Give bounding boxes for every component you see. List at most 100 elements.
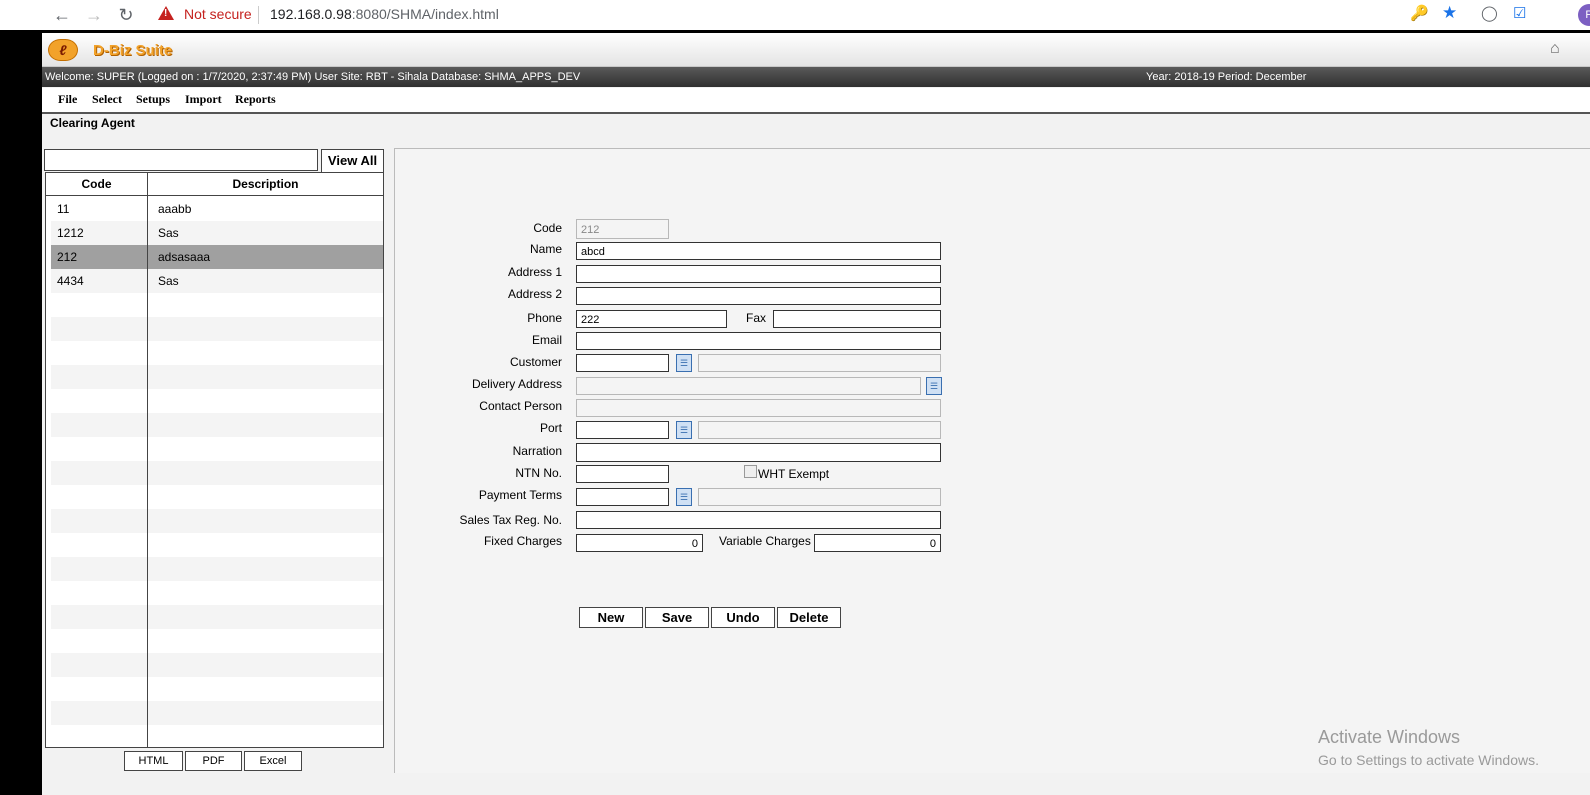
menu-file[interactable]: File	[58, 92, 77, 107]
menu-reports[interactable]: Reports	[235, 92, 276, 107]
address2-field[interactable]	[576, 287, 941, 305]
address-bar[interactable]: 192.168.0.98:8080/SHMA/index.html	[270, 6, 499, 22]
save-button[interactable]: Save	[645, 607, 709, 628]
home-icon[interactable]: ⌂	[1550, 40, 1560, 58]
export-pdf-button[interactable]: PDF	[185, 751, 242, 771]
port-name-field	[698, 421, 941, 439]
payment-terms-lookup-icon[interactable]: ☰	[676, 488, 692, 506]
star-icon[interactable]: ★	[1442, 3, 1457, 23]
row-description: adsasaaa	[158, 250, 211, 264]
url-separator	[258, 6, 259, 24]
name-label: Name	[529, 242, 562, 256]
page-title: Clearing Agent	[50, 116, 135, 130]
header-description[interactable]: Description	[148, 173, 383, 195]
export-excel-button[interactable]: Excel	[244, 751, 302, 771]
customer-code-field[interactable]	[576, 354, 669, 372]
delivery-address-field	[576, 377, 921, 395]
empty-row	[51, 653, 383, 677]
export-html-button[interactable]: HTML	[124, 751, 183, 771]
url-host: 192.168.0.98	[270, 6, 352, 22]
table-row[interactable]: 4434 Sas	[51, 269, 383, 293]
fixed-charges-label: Fixed Charges	[483, 534, 562, 548]
code-label: Code	[533, 221, 562, 235]
fixed-charges-field[interactable]: 0	[576, 534, 703, 552]
email-field[interactable]	[576, 332, 941, 350]
undo-button[interactable]: Undo	[711, 607, 775, 628]
wht-exempt-checkbox[interactable]	[744, 465, 757, 478]
fax-label: Fax	[746, 311, 767, 325]
app-banner	[42, 33, 1590, 67]
empty-row	[51, 605, 383, 629]
port-lookup-icon[interactable]: ☰	[676, 421, 692, 439]
table-row[interactable]: 11 aaabb	[51, 197, 383, 221]
address1-label: Address 1	[507, 265, 562, 279]
narration-field[interactable]	[576, 443, 941, 462]
port-label: Port	[539, 421, 562, 435]
ntn-label: NTN No.	[515, 466, 562, 480]
year-period-text: Year: 2018-19 Period: December	[1146, 71, 1307, 83]
empty-row	[51, 581, 383, 605]
activate-windows-title: Activate Windows	[1318, 727, 1461, 747]
table-row-selected[interactable]: 212 adsasaaa	[51, 245, 383, 269]
ntn-field[interactable]	[576, 465, 669, 483]
contact-person-label: Contact Person	[479, 399, 562, 413]
menu-setups[interactable]: Setups	[136, 92, 170, 107]
row-code: 11	[57, 202, 70, 216]
back-icon[interactable]: ←	[50, 3, 74, 27]
header-code[interactable]: Code	[46, 173, 147, 195]
fax-field[interactable]	[773, 310, 941, 328]
contact-person-field	[576, 399, 941, 417]
name-field[interactable]: abcd	[576, 242, 941, 260]
empty-row	[51, 413, 383, 437]
phone-field[interactable]: 222	[576, 310, 727, 328]
variable-charges-label: Variable Charges	[719, 534, 811, 548]
delivery-address-lookup-icon[interactable]: ☰	[926, 377, 942, 395]
key-icon[interactable]: 🔑	[1410, 4, 1429, 22]
table-row[interactable]: 1212 Sas	[51, 221, 383, 245]
empty-row	[51, 629, 383, 653]
sales-tax-label: Sales Tax Reg. No.	[459, 513, 563, 527]
customer-lookup-icon[interactable]: ☰	[676, 354, 692, 372]
row-code: 212	[57, 250, 78, 264]
variable-charges-field[interactable]: 0	[814, 534, 941, 552]
view-all-button[interactable]: View All	[321, 149, 384, 173]
empty-row	[51, 509, 383, 533]
agent-list: Code Description 11 aaabb 1212 Sas 212 a…	[45, 172, 384, 748]
empty-row	[51, 389, 383, 413]
empty-row	[51, 317, 383, 341]
column-divider	[147, 173, 148, 747]
sales-tax-field[interactable]	[576, 511, 941, 529]
row-description: Sas	[158, 226, 179, 240]
empty-row	[51, 701, 383, 725]
address2-label: Address 2	[507, 287, 562, 301]
delete-button[interactable]: Delete	[777, 607, 841, 628]
empty-row	[51, 725, 383, 747]
new-button[interactable]: New	[579, 607, 643, 628]
row-description: aaabb	[158, 202, 192, 216]
shield-check-icon[interactable]: ☑	[1513, 4, 1526, 22]
port-code-field[interactable]	[576, 421, 669, 439]
extension-icon[interactable]: ◯	[1481, 4, 1498, 22]
empty-row	[51, 557, 383, 581]
reload-icon[interactable]: ↻	[114, 3, 138, 27]
payment-terms-label: Payment Terms	[478, 488, 562, 502]
empty-row	[51, 365, 383, 389]
phone-label: Phone	[527, 311, 562, 325]
empty-row	[51, 437, 383, 461]
menu-select[interactable]: Select	[92, 92, 122, 107]
warning-mark: !	[164, 8, 168, 19]
menu-import[interactable]: Import	[185, 92, 222, 107]
empty-row	[51, 533, 383, 557]
empty-row	[51, 677, 383, 701]
address1-field[interactable]	[576, 265, 941, 283]
welcome-text: Welcome: SUPER (Logged on : 1/7/2020, 2:…	[45, 71, 581, 83]
forward-icon[interactable]: →	[82, 3, 106, 27]
not-secure-label[interactable]: Not secure	[184, 6, 252, 22]
empty-row	[51, 293, 383, 317]
search-input[interactable]	[44, 149, 318, 171]
customer-name-field	[698, 354, 941, 372]
customer-label: Customer	[509, 355, 562, 369]
empty-row	[51, 341, 383, 365]
payment-terms-code-field[interactable]	[576, 488, 669, 506]
row-description: Sas	[158, 274, 179, 288]
